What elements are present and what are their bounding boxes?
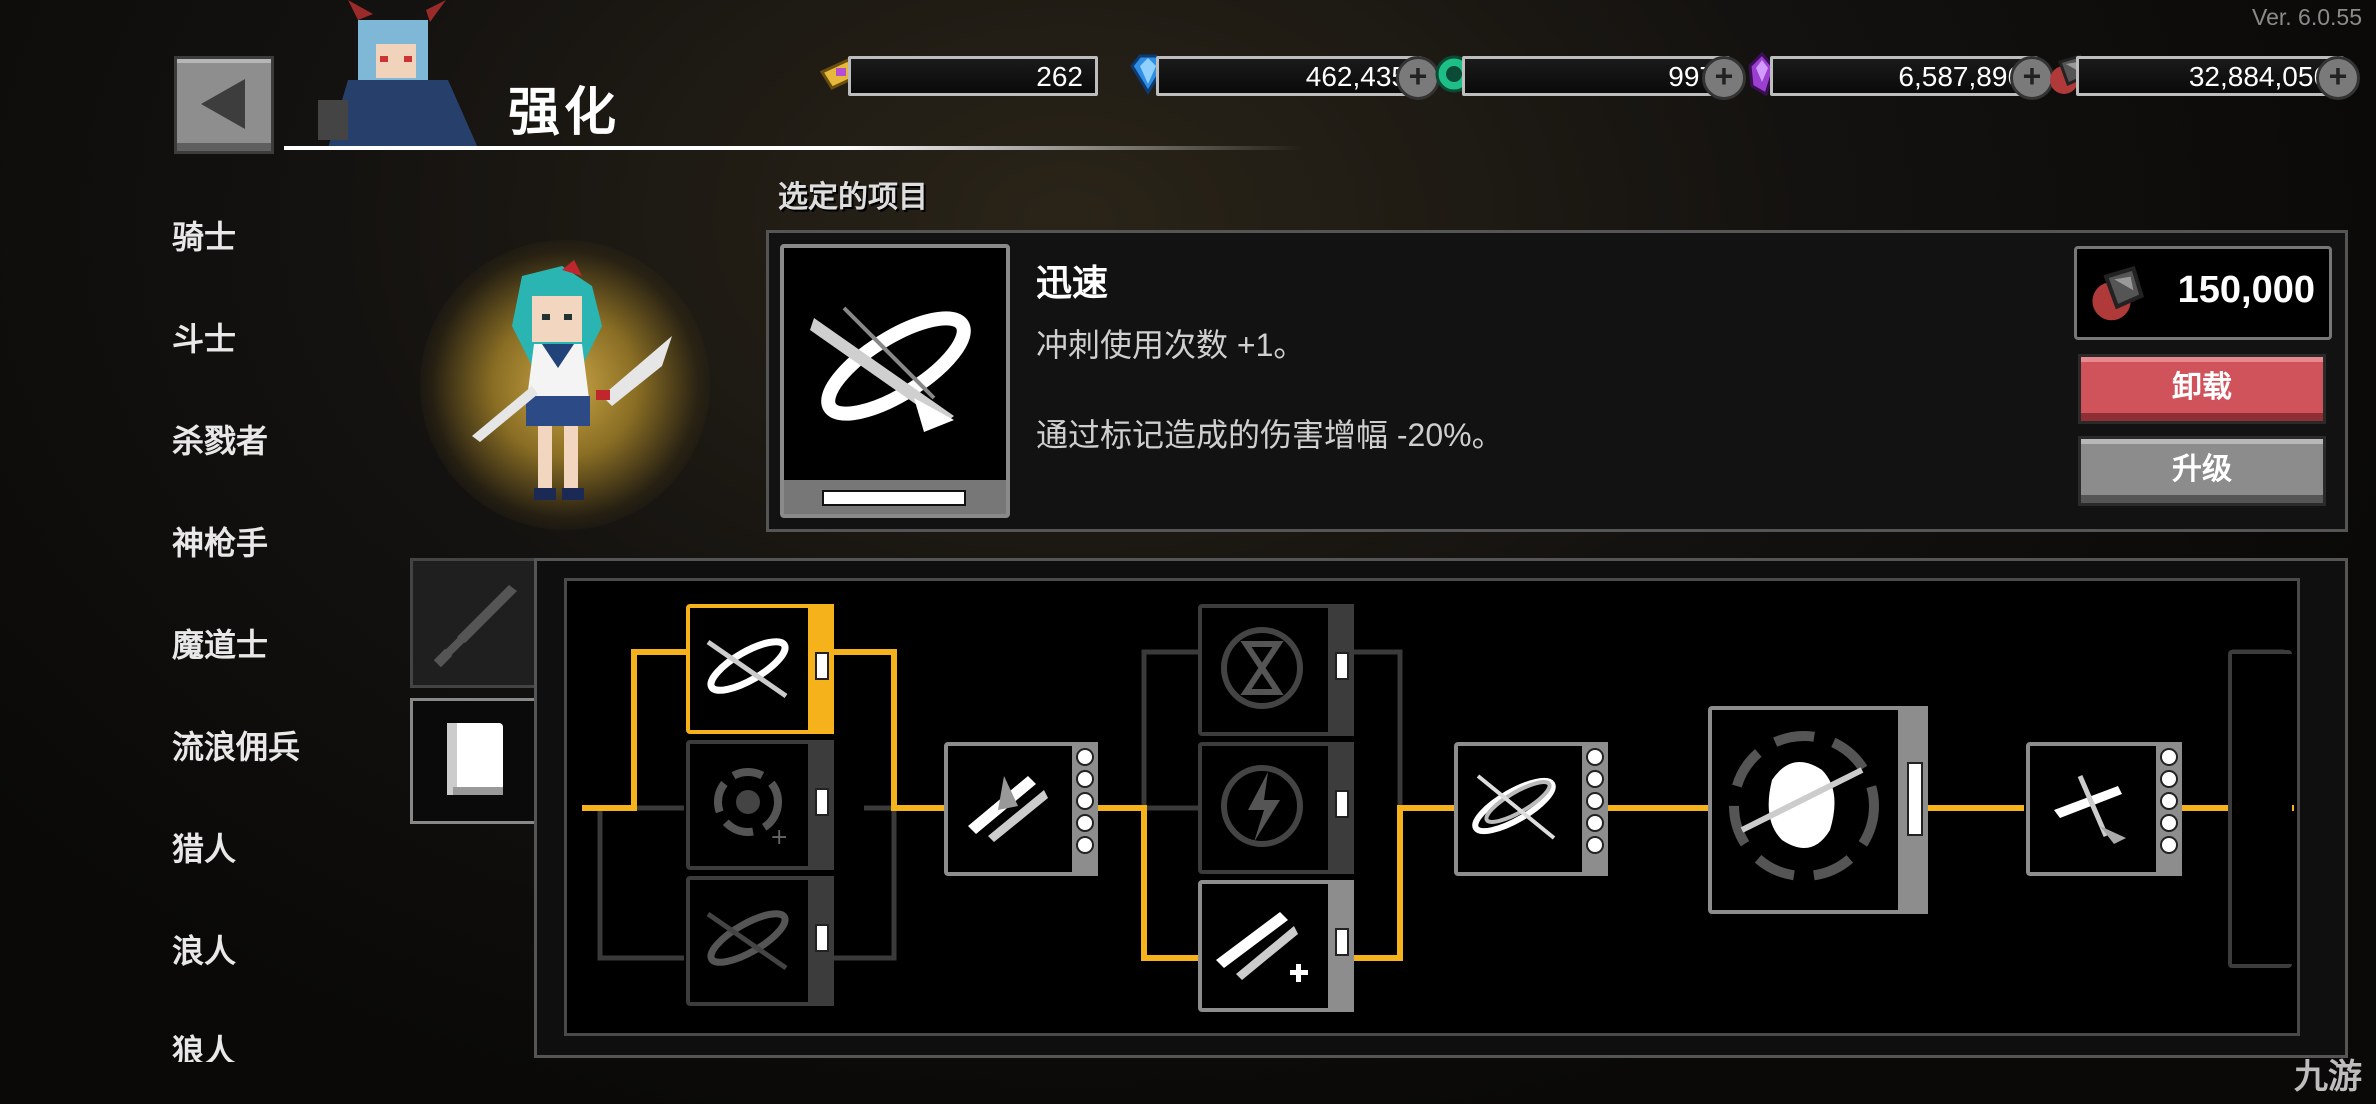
dagger-icon: [2054, 775, 2126, 844]
phantom-icon: [1729, 731, 1879, 881]
back-arrow-icon: [201, 79, 245, 129]
dash-slash-icon: [706, 638, 789, 699]
section-label: 选定的项目: [778, 181, 928, 214]
claw-icon: [968, 776, 1048, 842]
skill-description-1: 冲刺使用次数 +1。: [1036, 327, 1306, 363]
dash-slash-icon: [810, 306, 971, 432]
multi-slash-icon: [1472, 774, 1556, 840]
tab-weapon[interactable]: [410, 558, 540, 688]
dash-slash-icon: [706, 910, 789, 971]
add-ore-button[interactable]: +: [2316, 56, 2360, 100]
sword-icon: [433, 585, 517, 668]
claw-plus-icon: [1216, 912, 1308, 982]
skill-node-hourglass[interactable]: [1198, 604, 1354, 736]
skill-node-swift[interactable]: [686, 604, 834, 734]
version-label: Ver. 6.0.55: [2252, 4, 2362, 30]
sidebar-item-gunner[interactable]: 神枪手: [172, 518, 268, 564]
sidebar-item-knight[interactable]: 骑士: [172, 212, 236, 258]
skill-node-claw-plus[interactable]: [1198, 880, 1354, 1012]
skill-node-dash-alt[interactable]: [686, 876, 834, 1006]
resource-value: 32,884,056: [2188, 61, 2329, 92]
watermark-logo: 九游: [2294, 1058, 2362, 1096]
resource-gem: 462,435 +: [1126, 54, 1440, 100]
resource-ore: 32,884,056 +: [2046, 54, 2360, 100]
page-title: 强化: [508, 84, 621, 142]
skill-description-2: 通过标记造成的伤害增幅 -20%。: [1036, 417, 1504, 453]
resource-crystal: 6,587,896 +: [1740, 52, 2054, 100]
sidebar-item-fighter[interactable]: 斗士: [172, 314, 236, 360]
sidebar-item-mercenary[interactable]: 流浪佣兵: [172, 722, 300, 768]
resource-value: 6,587,896: [1898, 61, 2023, 92]
tab-book[interactable]: [410, 698, 537, 824]
upgrade-button[interactable]: 升级: [2078, 436, 2326, 506]
character-portrait: [318, 0, 478, 148]
skill-node-vortex[interactable]: +: [686, 740, 834, 870]
book-icon: [447, 723, 503, 795]
lightning-icon: [1221, 765, 1303, 847]
unload-button[interactable]: 卸载: [2078, 354, 2326, 424]
sidebar-item-slayer[interactable]: 杀戮者: [172, 416, 268, 462]
sidebar-item-hunter[interactable]: 猎人: [172, 824, 236, 870]
ore-icon: [2092, 265, 2145, 321]
vortex-icon: +: [714, 768, 788, 850]
skill-node-ultimate[interactable]: [1708, 706, 1928, 914]
sidebar-item-mage[interactable]: 魔道士: [172, 620, 268, 666]
svg-text:+: +: [770, 825, 788, 850]
skill-card-level-bar: [784, 480, 1006, 514]
sidebar-item-werewolf[interactable]: 狼人: [172, 1026, 236, 1062]
title-underline: [284, 146, 1304, 150]
resource-ticket: 262: [818, 56, 1098, 96]
back-button[interactable]: [174, 56, 274, 154]
selected-skill-card: [780, 244, 1010, 518]
character-sprite: [472, 260, 672, 500]
skill-node-claw[interactable]: [944, 742, 1098, 876]
resource-value: 462,435: [1305, 61, 1407, 92]
skill-node-offscreen[interactable]: [2228, 650, 2292, 968]
upgrade-cost: 150,000: [2074, 246, 2332, 340]
resource-orb: 997 +: [1432, 55, 1746, 100]
cost-amount: 150,000: [2177, 269, 2315, 311]
resource-value: 262: [1036, 61, 1083, 92]
skill-node-dagger[interactable]: [2026, 742, 2182, 876]
sidebar-item-ronin[interactable]: 浪人: [172, 926, 236, 972]
skill-node-lightning[interactable]: [1198, 742, 1354, 874]
skill-node-multi-slash[interactable]: [1454, 742, 1608, 876]
hourglass-icon: [1221, 627, 1303, 709]
skill-name: 迅速: [1036, 262, 1109, 303]
